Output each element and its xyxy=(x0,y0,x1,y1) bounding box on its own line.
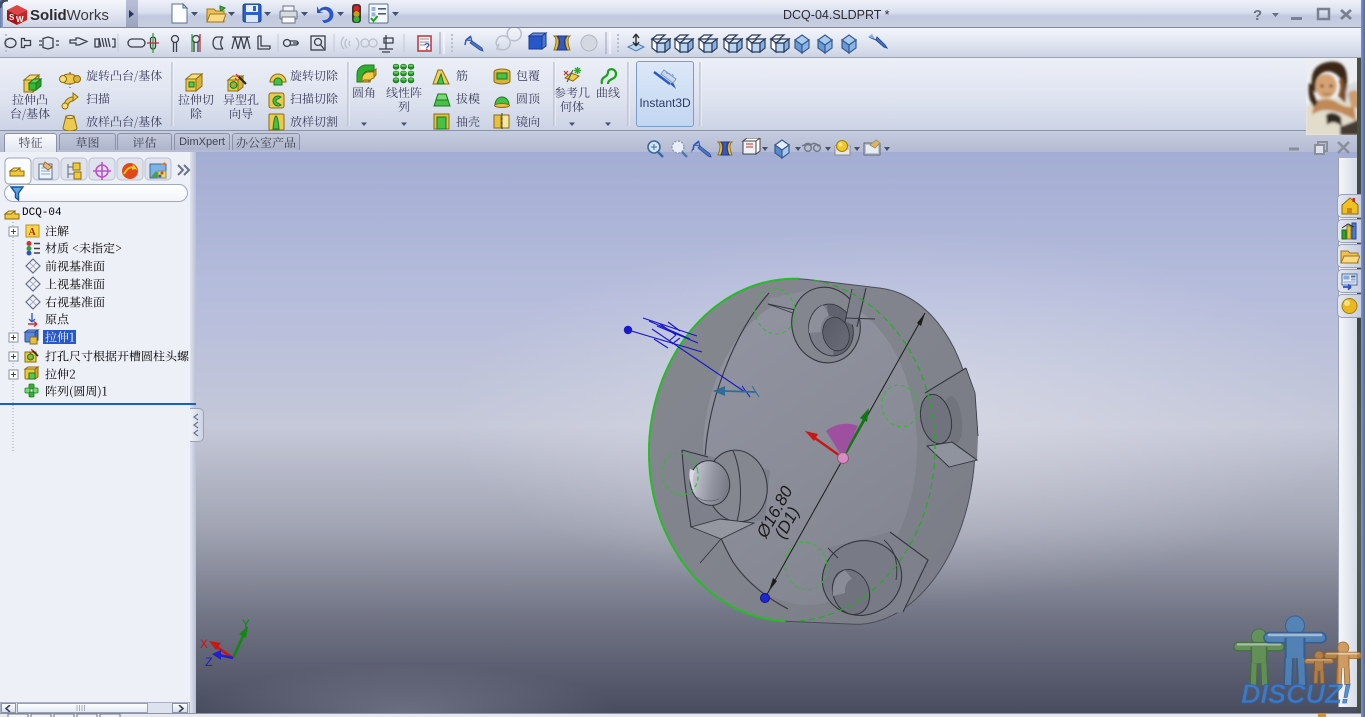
svg-text:DISCUZ!: DISCUZ! xyxy=(1241,679,1351,709)
svg-text:Y: Y xyxy=(242,617,250,632)
svg-text:X: X xyxy=(200,637,208,652)
svg-text:Z: Z xyxy=(205,655,213,670)
